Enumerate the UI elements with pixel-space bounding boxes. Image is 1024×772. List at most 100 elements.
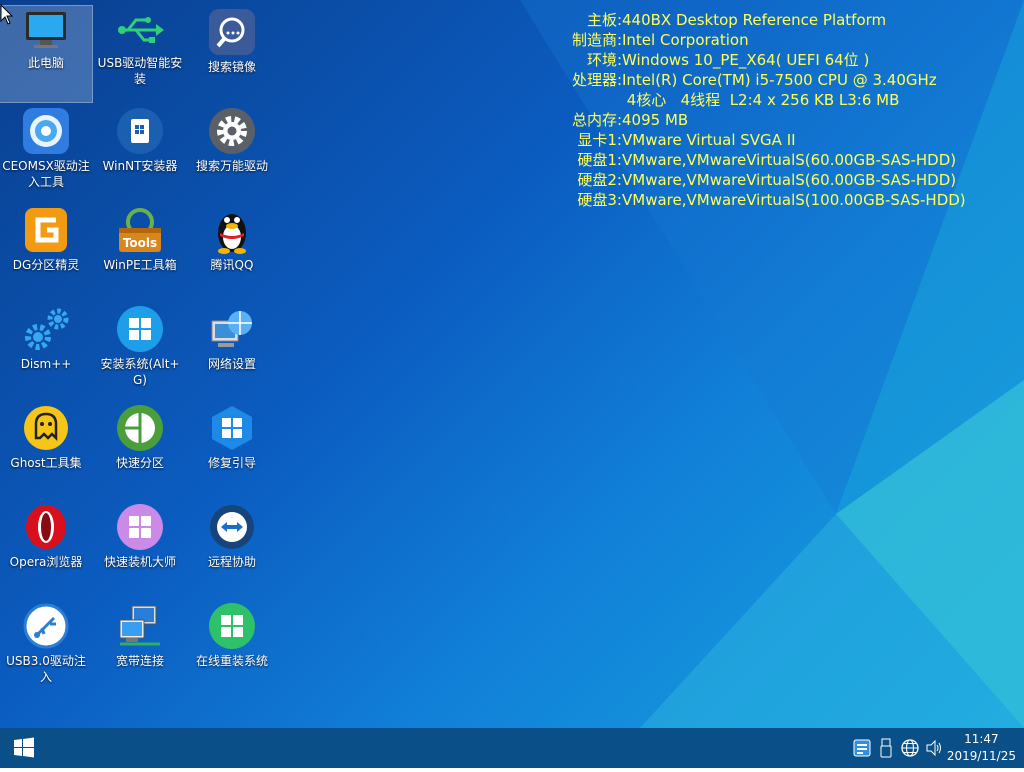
- icon-label: 快速装机大师: [103, 555, 176, 569]
- icon-label: DG分区精灵: [12, 258, 80, 272]
- start-button[interactable]: [0, 728, 48, 768]
- desktop-icon-driver-search[interactable]: 搜索万能驱动: [186, 105, 278, 201]
- sysinfo-value: VMware,VMwareVirtualS(60.00GB-SAS-HDD): [622, 171, 957, 189]
- clock-date: 2019/11/25: [946, 749, 1016, 763]
- system-info-panel: 主板:440BX Desktop Reference Platform 制造商:…: [560, 10, 966, 210]
- volume-icon[interactable]: [925, 738, 943, 758]
- online-reinstall-icon: [209, 603, 255, 649]
- ghost-icon: [24, 406, 68, 450]
- windows-install-icon: [117, 306, 163, 352]
- clock-time: 11:47: [964, 732, 999, 746]
- desktop-icon-qq[interactable]: 腾讯QQ: [186, 204, 278, 300]
- icon-label: Opera浏览器: [9, 555, 83, 569]
- sysinfo-value: VMware,VMwareVirtualS(60.00GB-SAS-HDD): [622, 151, 957, 169]
- icon-label: 宽带连接: [115, 654, 164, 668]
- desktop-icon-ceomsx[interactable]: CEOMSX驱动注入工具: [0, 105, 92, 201]
- desktop-icon-usb-driver[interactable]: USB驱动智能安装: [94, 6, 186, 102]
- sysinfo-row: 硬盘2:VMware,VMwareVirtualS(60.00GB-SAS-HD…: [560, 170, 966, 190]
- desktop-icon-remote-assist[interactable]: 远程协助: [186, 501, 278, 597]
- ceomsx-icon: [23, 108, 69, 154]
- dism-gears-icon: [25, 308, 69, 350]
- icon-label: 安装系统(Alt+G): [100, 357, 180, 387]
- gear-icon: [209, 108, 255, 154]
- desktop-icon-search-image[interactable]: 搜索镜像: [186, 6, 278, 102]
- sysinfo-row: 硬盘3:VMware,VMwareVirtualS(100.00GB-SAS-H…: [560, 190, 966, 210]
- usb-device-icon[interactable]: [879, 738, 893, 758]
- sysinfo-key: 环境:: [586, 51, 622, 69]
- sysinfo-key: 主板:: [586, 11, 622, 29]
- boot-repair-icon: [212, 406, 252, 450]
- network-globe-icon[interactable]: [900, 738, 920, 758]
- sysinfo-value: 4095 MB: [622, 111, 689, 129]
- sysinfo-row: 处理器:Intel(R) Core(TM) i5-7500 CPU @ 3.40…: [560, 70, 966, 90]
- usb-icon: [118, 17, 164, 43]
- icon-label: 远程协助: [207, 555, 256, 569]
- icon-label: Dism++: [20, 357, 72, 371]
- sysinfo-value: 4核心 4线程 L2:4 x 256 KB L3:6 MB: [622, 91, 900, 109]
- icon-label: 在线重装系统: [195, 654, 268, 668]
- sysinfo-row: 显卡1:VMware Virtual SVGA II: [560, 130, 966, 150]
- sysinfo-key: 硬盘2:: [577, 171, 622, 189]
- icon-label: USB驱动智能安装: [97, 56, 183, 86]
- icon-label: 此电脑: [27, 56, 64, 70]
- sysinfo-value: VMware Virtual SVGA II: [622, 131, 796, 149]
- icon-label: WinPE工具箱: [103, 258, 177, 272]
- svg-text:Tools: Tools: [123, 236, 157, 250]
- partition-pie-icon: [117, 405, 163, 451]
- icon-label: CEOMSX驱动注入工具: [2, 159, 90, 189]
- mouse-cursor-icon: [0, 4, 14, 25]
- desktop-icon-broadband[interactable]: 宽带连接: [94, 600, 186, 696]
- desktop-icon-winpe-toolbox[interactable]: Tools WinPE工具箱: [94, 204, 186, 300]
- sysinfo-key: 总内存:: [571, 111, 622, 129]
- desktop-icon-dism[interactable]: Dism++: [0, 303, 92, 399]
- desktop[interactable]: 此电脑 USB驱动智能安装 搜索镜像 CEOMSX驱动注入工具 WinNT安装器…: [0, 0, 1024, 728]
- desktop-icon-diskgenius[interactable]: DG分区精灵: [0, 204, 92, 300]
- sysinfo-row: 制造商:Intel Corporation: [560, 30, 966, 50]
- icon-label: 腾讯QQ: [210, 258, 254, 272]
- icon-label: 搜索万能驱动: [195, 159, 268, 173]
- desktop-icon-network-settings[interactable]: 网络设置: [186, 303, 278, 399]
- network-globe-icon: [211, 311, 252, 347]
- diskgenius-icon: [25, 208, 67, 252]
- icon-label: 修复引导: [207, 456, 256, 470]
- icon-label: 快速分区: [115, 456, 164, 470]
- sysinfo-row: 主板:440BX Desktop Reference Platform: [560, 10, 966, 30]
- icon-label: 网络设置: [207, 357, 256, 371]
- desktop-icon-opera[interactable]: Opera浏览器: [0, 501, 92, 597]
- desktop-icon-boot-repair[interactable]: 修复引导: [186, 402, 278, 498]
- desktop-icon-usb3-driver[interactable]: USB3.0驱动注入: [0, 600, 92, 696]
- sysinfo-key: 显卡1:: [577, 131, 622, 149]
- opera-icon: [26, 505, 66, 549]
- sysinfo-value: 440BX Desktop Reference Platform: [622, 11, 887, 29]
- sysinfo-row: 硬盘1:VMware,VMwareVirtualS(60.00GB-SAS-HD…: [560, 150, 966, 170]
- sysinfo-key: 制造商:: [571, 31, 622, 49]
- winnt-icon: [117, 108, 163, 154]
- sysinfo-row: 4核心 4线程 L2:4 x 256 KB L3:6 MB: [560, 90, 966, 110]
- sysinfo-key: 硬盘3:: [577, 191, 622, 209]
- sysinfo-key: 硬盘1:: [577, 151, 622, 169]
- qq-penguin-icon: [218, 214, 246, 254]
- taskbar: 11:47 2019/11/25: [0, 728, 1024, 768]
- taskbar-clock[interactable]: 11:47 2019/11/25: [947, 731, 1016, 765]
- computer-icon: [26, 12, 66, 48]
- icon-label: WinNT安装器: [102, 159, 178, 173]
- desktop-icon-online-reinstall[interactable]: 在线重装系统: [186, 600, 278, 696]
- sysinfo-key: 处理器:: [571, 71, 622, 89]
- windows-logo-icon: [14, 737, 34, 758]
- icon-label: 搜索镜像: [207, 60, 256, 74]
- desktop-icon-winnt[interactable]: WinNT安装器: [94, 105, 186, 201]
- sysinfo-row: 总内存:4095 MB: [560, 110, 966, 130]
- desktop-icon-ghost[interactable]: Ghost工具集: [0, 402, 92, 498]
- sysinfo-row: 环境:Windows 10_PE_X64( UEFI 64位 ): [560, 50, 966, 70]
- sysinfo-value: VMware,VMwareVirtualS(100.00GB-SAS-HDD): [622, 191, 966, 209]
- desktop-icon-quick-install-master[interactable]: 快速装机大师: [94, 501, 186, 597]
- desktop-icon-install-system[interactable]: 安装系统(Alt+G): [94, 303, 186, 399]
- desktop-icon-quick-partition[interactable]: 快速分区: [94, 402, 186, 498]
- input-method-icon[interactable]: [853, 738, 871, 758]
- toolbox-icon: Tools: [119, 208, 161, 252]
- icon-label: Ghost工具集: [10, 456, 82, 470]
- broadband-icon: [119, 605, 160, 646]
- icon-label: USB3.0驱动注入: [6, 654, 86, 684]
- search-icon: [209, 9, 255, 55]
- usb3-icon: [23, 603, 69, 649]
